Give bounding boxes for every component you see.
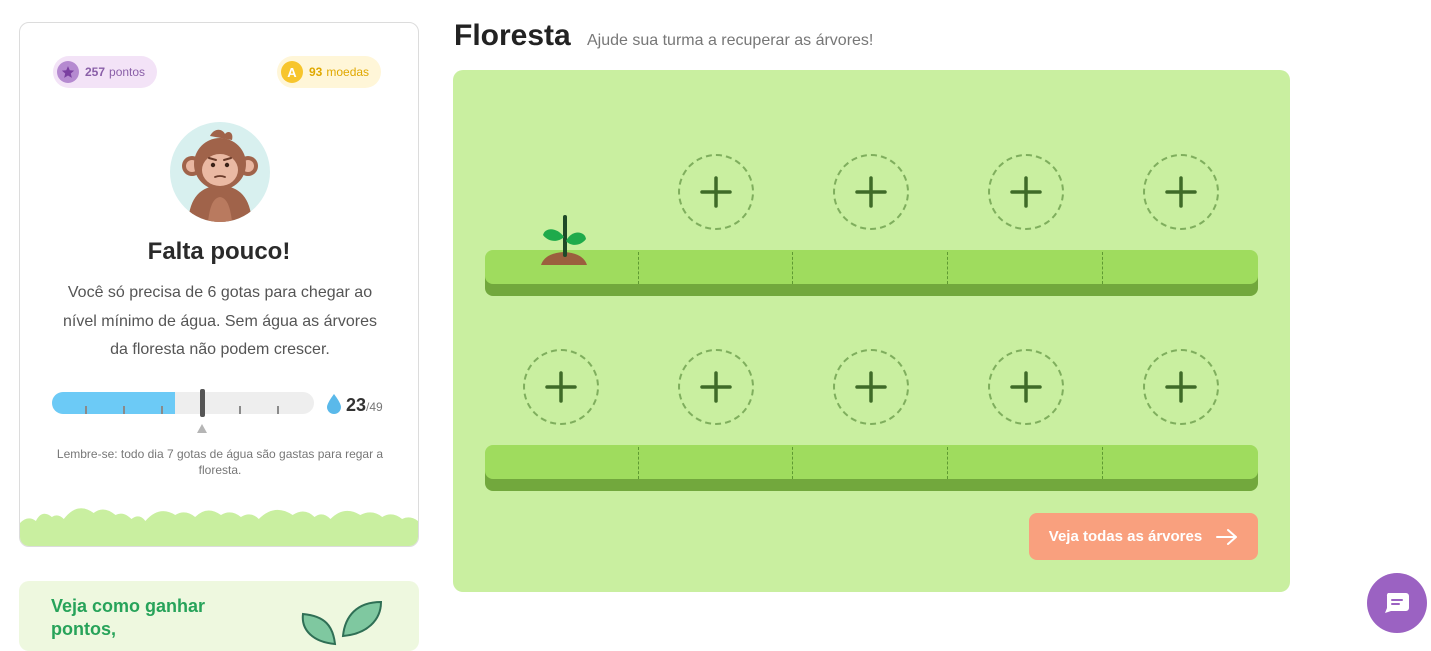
plus-icon xyxy=(855,371,887,403)
plus-icon xyxy=(1010,371,1042,403)
progress-tick xyxy=(161,406,163,414)
progress-tick xyxy=(277,406,279,414)
add-tree-slot[interactable] xyxy=(1143,349,1219,425)
water-current: 23 xyxy=(346,395,367,415)
promo-text: Veja como ganhar pontos, xyxy=(51,596,206,639)
forest-shelf-row-1 xyxy=(485,250,1258,296)
bushes-decoration xyxy=(20,508,418,546)
shelf-divider xyxy=(638,252,639,284)
progress-tick xyxy=(123,406,125,414)
add-tree-slot[interactable] xyxy=(678,154,754,230)
shelf-divider xyxy=(1102,252,1103,284)
minimum-level-arrow-icon xyxy=(197,424,207,433)
shelf-divider xyxy=(1102,447,1103,479)
promo-card[interactable]: Veja como ganhar pontos, xyxy=(19,581,419,651)
forest-shelf-row-2 xyxy=(485,445,1258,491)
coins-value: 93 xyxy=(309,65,323,79)
add-tree-slot[interactable] xyxy=(988,349,1064,425)
plus-icon xyxy=(1165,371,1197,403)
water-drop-icon xyxy=(327,394,341,414)
plus-icon xyxy=(1165,176,1197,208)
minimum-level-marker xyxy=(200,389,205,417)
plus-icon xyxy=(855,176,887,208)
add-tree-slot[interactable] xyxy=(833,349,909,425)
water-progress-fill xyxy=(52,392,176,414)
shelf-divider xyxy=(947,447,948,479)
shelf-divider xyxy=(638,447,639,479)
arrow-right-icon xyxy=(1216,528,1238,545)
plus-icon xyxy=(1010,176,1042,208)
coins-pill[interactable]: A 93 moedas xyxy=(277,56,382,88)
page-title: Floresta xyxy=(454,19,571,52)
status-headline: Falta pouco! xyxy=(147,238,291,265)
view-all-trees-button[interactable]: Veja todas as árvores xyxy=(1029,513,1258,560)
shelf-divider xyxy=(792,447,793,479)
status-description: Você só precisa de 6 gotas para chegar a… xyxy=(63,284,377,358)
coins-label: moedas xyxy=(326,65,370,79)
add-tree-slot[interactable] xyxy=(833,154,909,230)
coin-icon: A xyxy=(281,61,303,83)
leaves-icon xyxy=(301,600,383,646)
shelf-top xyxy=(485,250,1258,284)
shelf-divider xyxy=(947,252,948,284)
monkey-avatar xyxy=(170,122,270,222)
sprout-icon xyxy=(541,215,587,265)
add-tree-slot[interactable] xyxy=(988,154,1064,230)
points-pill[interactable]: 257 pontos xyxy=(53,56,158,88)
star-icon xyxy=(57,61,79,83)
water-status-card: 257 pontos A 93 moedas Falta pouco! Você… xyxy=(19,22,419,547)
add-tree-slot[interactable] xyxy=(523,349,599,425)
water-progress-bar xyxy=(52,392,314,414)
plus-icon xyxy=(700,176,732,208)
water-count: 23/49 xyxy=(346,395,383,416)
chat-icon xyxy=(1385,593,1409,613)
page-subtitle: Ajude sua turma a recuperar as árvores! xyxy=(587,32,874,49)
progress-tick xyxy=(239,406,241,414)
water-reminder: Lembre-se: todo dia 7 gotas de água são … xyxy=(56,447,384,477)
coin-icon-letter: A xyxy=(287,64,297,80)
points-label: pontos xyxy=(109,65,146,79)
shelf-divider xyxy=(792,252,793,284)
shelf-top xyxy=(485,445,1258,479)
chat-button[interactable] xyxy=(1367,573,1427,633)
add-tree-slot[interactable] xyxy=(1143,154,1219,230)
points-value: 257 xyxy=(85,65,106,79)
view-all-trees-label: Veja todas as árvores xyxy=(1048,528,1203,545)
water-max: /49 xyxy=(366,400,383,414)
plus-icon xyxy=(545,371,577,403)
add-tree-slot[interactable] xyxy=(678,349,754,425)
progress-tick xyxy=(85,406,87,414)
plus-icon xyxy=(700,371,732,403)
forest-board: Veja todas as árvores xyxy=(453,70,1290,592)
